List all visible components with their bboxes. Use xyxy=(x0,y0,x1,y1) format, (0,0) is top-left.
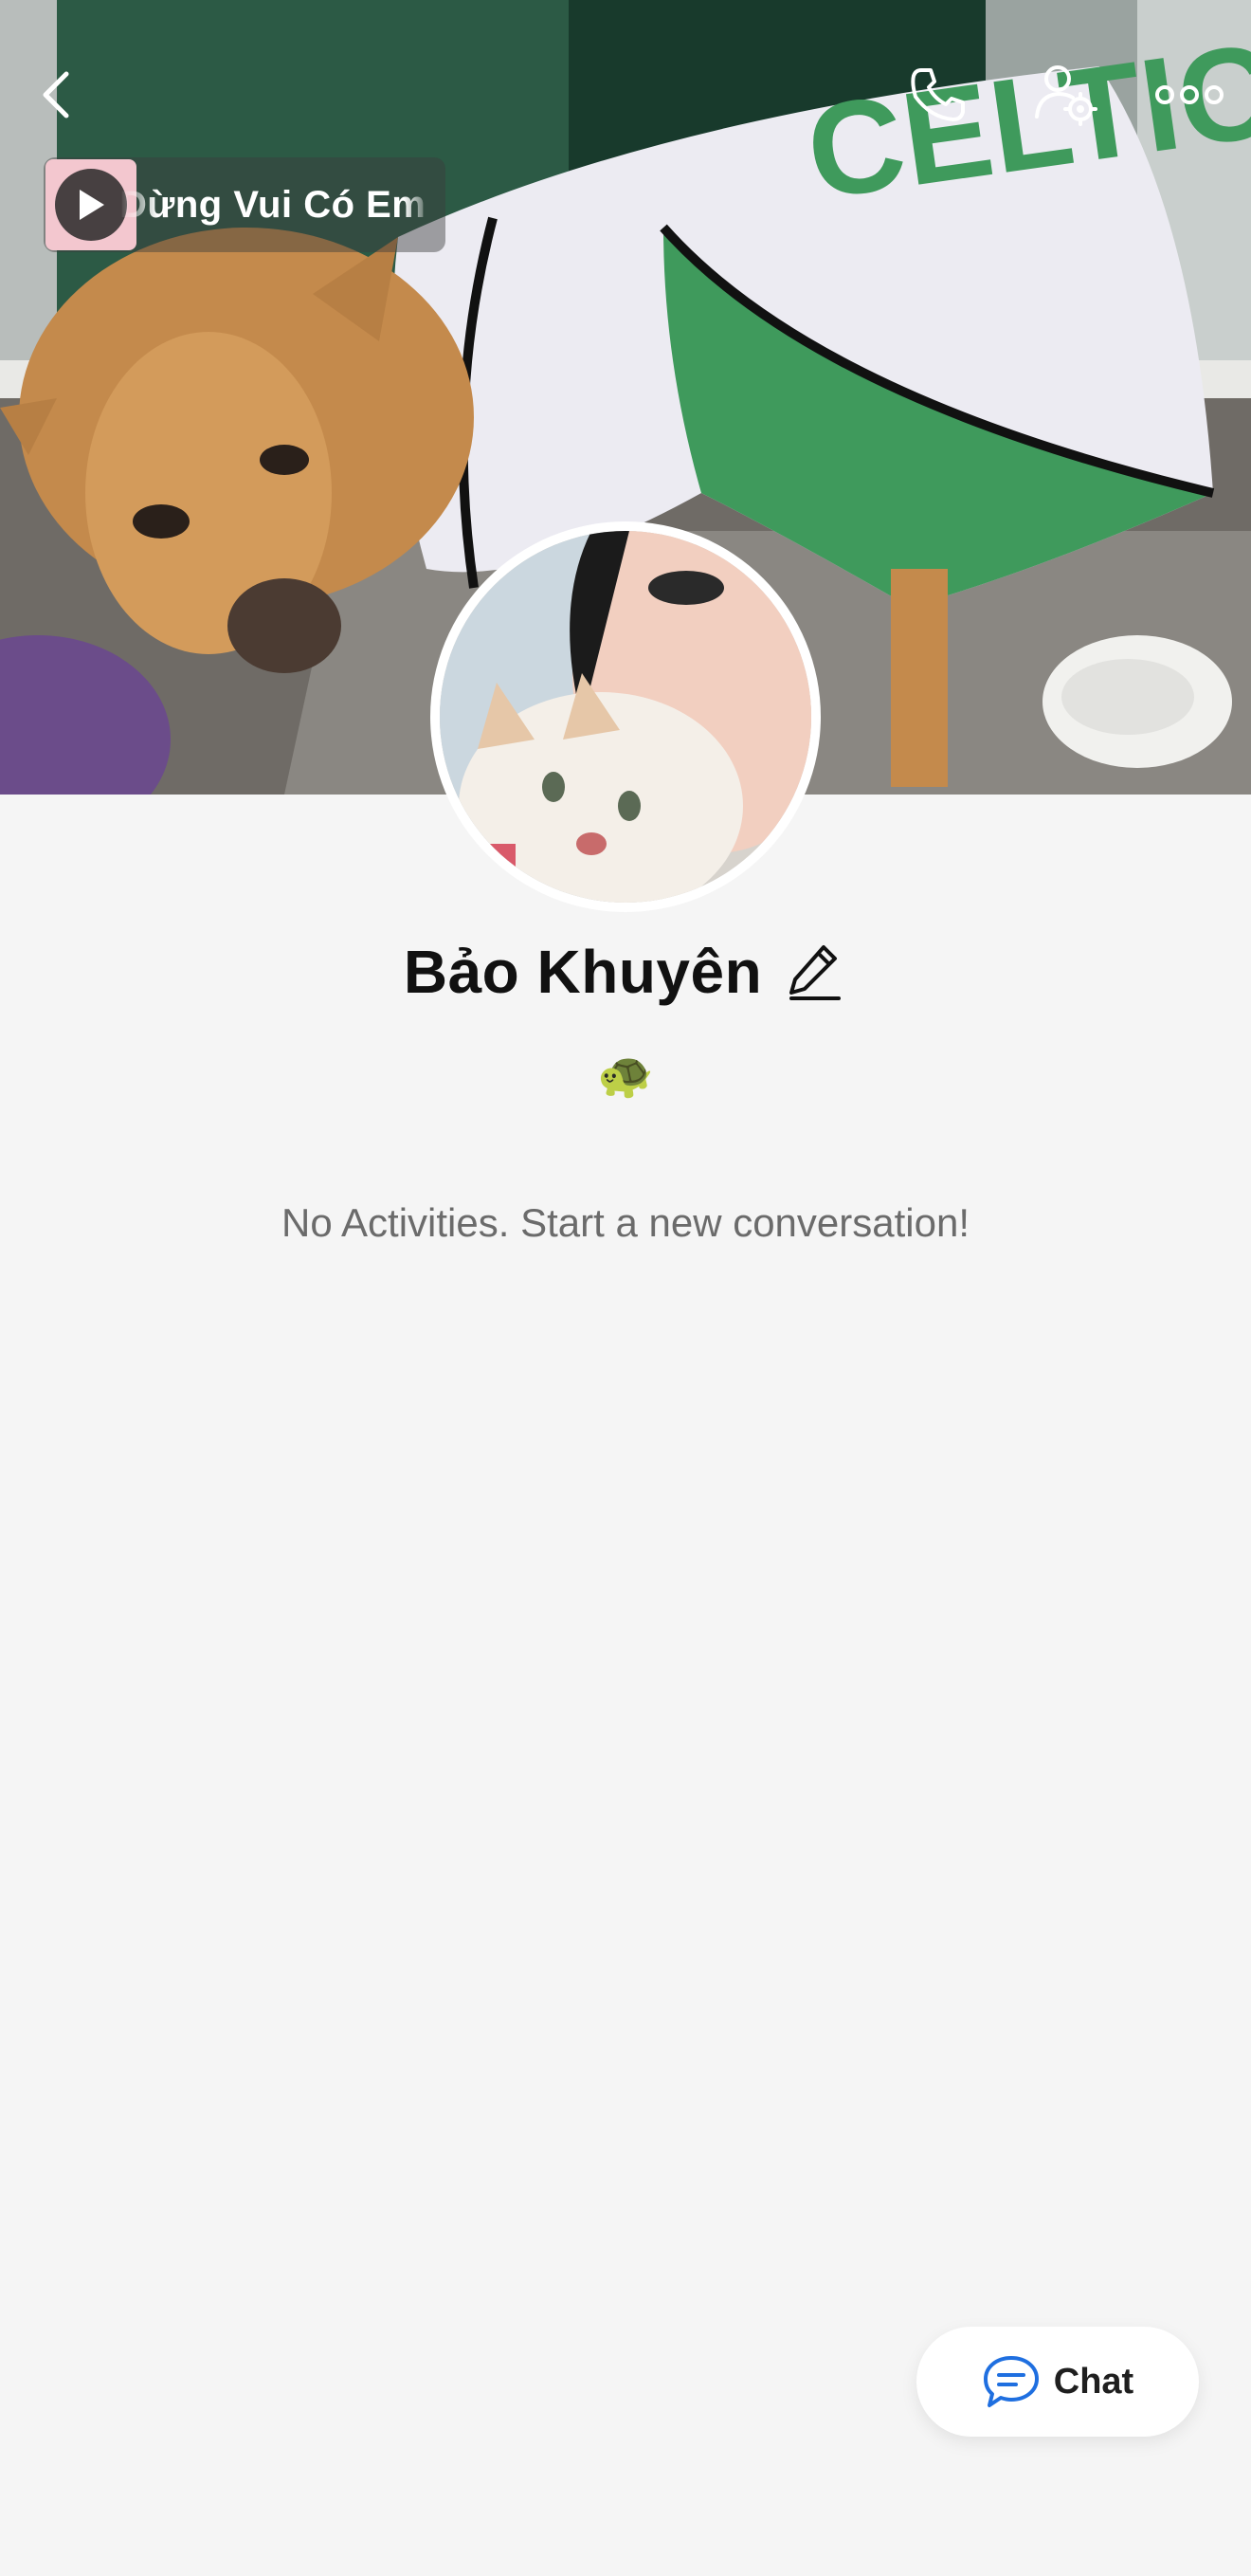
pencil-icon xyxy=(789,945,842,1000)
chat-bubble-icon xyxy=(983,2356,1039,2407)
chat-button[interactable]: Chat xyxy=(916,2327,1199,2437)
music-title: Dừng Vui Có Em xyxy=(119,183,426,226)
chat-button-label: Chat xyxy=(1053,2361,1134,2402)
avatar[interactable] xyxy=(430,521,821,912)
play-button[interactable] xyxy=(55,169,127,241)
phone-icon xyxy=(911,68,965,121)
more-horizontal-icon xyxy=(1155,85,1224,104)
empty-activity-text: No Activities. Start a new conversation! xyxy=(281,1200,970,1245)
avatar-photo xyxy=(440,531,811,903)
avatar-illustration xyxy=(440,531,811,903)
status-emoji: 🐢 xyxy=(597,1050,654,1101)
play-icon xyxy=(80,190,104,220)
top-bar xyxy=(0,57,1251,133)
back-button[interactable] xyxy=(28,57,85,133)
profile-name: Bảo Khuyên xyxy=(403,938,763,1006)
chevron-left-icon xyxy=(43,71,69,119)
profile-name-row: Bảo Khuyên xyxy=(0,929,1251,1014)
friend-settings-button[interactable] xyxy=(1028,57,1104,133)
profile-screen: CELTICS 34 xyxy=(0,0,1251,2576)
call-button[interactable] xyxy=(900,57,976,133)
profile-music-player[interactable]: Dừng Vui Có Em xyxy=(44,157,445,252)
user-gear-icon xyxy=(1035,65,1097,126)
edit-name-button[interactable] xyxy=(781,939,847,1005)
more-options-button[interactable] xyxy=(1147,57,1232,133)
